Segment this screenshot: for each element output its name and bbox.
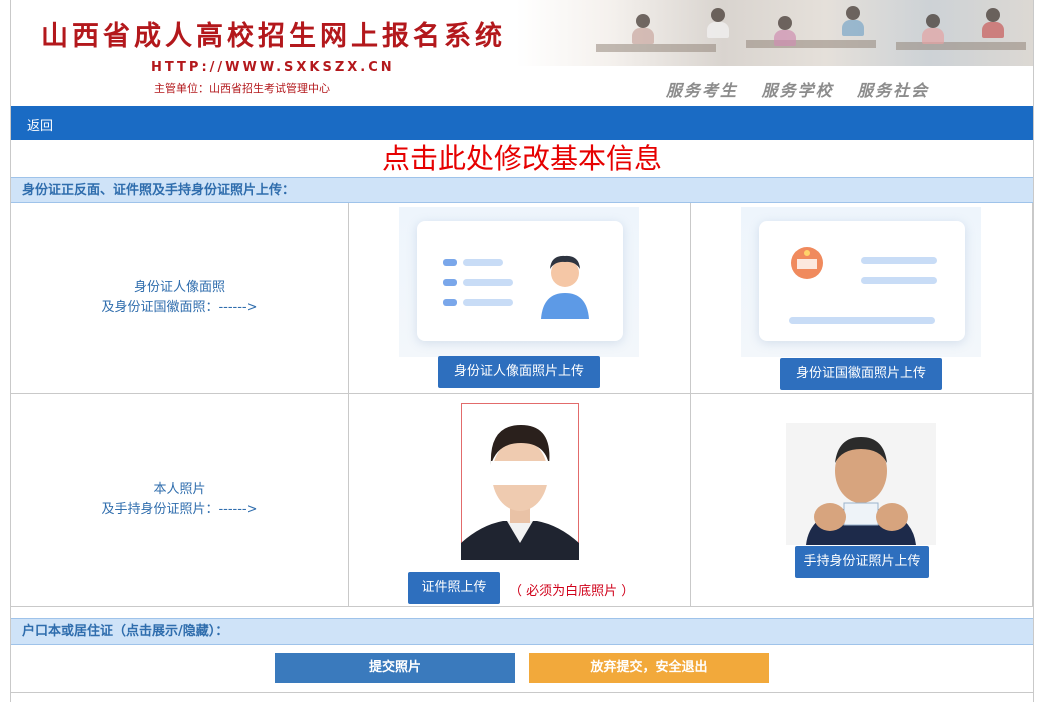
submit-photos-button[interactable]: 提交照片 (275, 653, 515, 683)
national-emblem-icon (791, 247, 823, 279)
page-frame: 山西省成人高校招生网上报名系统 HTTP://WWW.SXKSZX.CN 主管单… (10, 0, 1034, 702)
upload-id-front-button[interactable]: 身份证人像面照片上传 (438, 356, 600, 388)
id-back-placeholder-image (741, 207, 981, 357)
white-background-note: （ 必须为白底照片 ） (509, 584, 635, 599)
back-link[interactable]: 返回 (27, 115, 53, 134)
id-photo-cell: 证件照上传 （ 必须为白底照片 ） (349, 394, 691, 607)
upload-grid: 身份证人像面照 及身份证国徽面照：------> 身份证人像面照片上传 身份证国… (11, 203, 1033, 608)
upload-id-back-button[interactable]: 身份证国徽面照片上传 (780, 358, 942, 390)
photo-label-line2: 及手持身份证照片：------> (101, 502, 258, 517)
exam-hall-photo (516, 0, 1033, 66)
action-bar: 提交照片 放弃提交，安全退出 (11, 644, 1033, 693)
household-register-toggle[interactable]: 户口本或居住证（点击展示/隐藏）： (11, 618, 1033, 645)
person-avatar-icon (541, 255, 589, 319)
id-upload-section-header: 身份证正反面、证件照及手持身份证照片上传： (11, 177, 1033, 203)
abandon-exit-button[interactable]: 放弃提交，安全退出 (529, 653, 769, 683)
site-title: 山西省成人高校招生网上报名系统 (41, 21, 506, 52)
upload-handheld-id-button[interactable]: 手持身份证照片上传 (795, 546, 929, 578)
site-slogan: 服务考生 服务学校 服务社会 (666, 81, 930, 100)
nav-bar: 返回 (11, 106, 1033, 140)
handheld-id-example-image (786, 423, 936, 545)
id-card-label-line1: 身份证人像面照 (133, 280, 225, 295)
upload-id-photo-button[interactable]: 证件照上传 (408, 572, 500, 604)
photo-row-label: 本人照片 及手持身份证照片：------> (11, 394, 349, 607)
handheld-id-cell: 手持身份证照片上传 (691, 394, 1033, 607)
id-front-placeholder-image (399, 207, 639, 357)
site-authority: 主管单位：山西省招生考试管理中心 (154, 82, 330, 95)
site-banner: 山西省成人高校招生网上报名系统 HTTP://WWW.SXKSZX.CN 主管单… (11, 0, 1033, 106)
photo-label-line1: 本人照片 (153, 482, 206, 497)
id-card-label-line2: 及身份证国徽面照：------> (101, 300, 258, 315)
id-back-cell: 身份证国徽面照片上传 (691, 203, 1033, 394)
site-url: HTTP://WWW.SXKSZX.CN (151, 60, 395, 75)
edit-basic-info-link[interactable]: 点击此处修改基本信息 (11, 141, 1033, 177)
id-photo-image (461, 403, 579, 560)
id-front-cell: 身份证人像面照片上传 (349, 203, 691, 394)
id-card-row-label: 身份证人像面照 及身份证国徽面照：------> (11, 203, 349, 394)
